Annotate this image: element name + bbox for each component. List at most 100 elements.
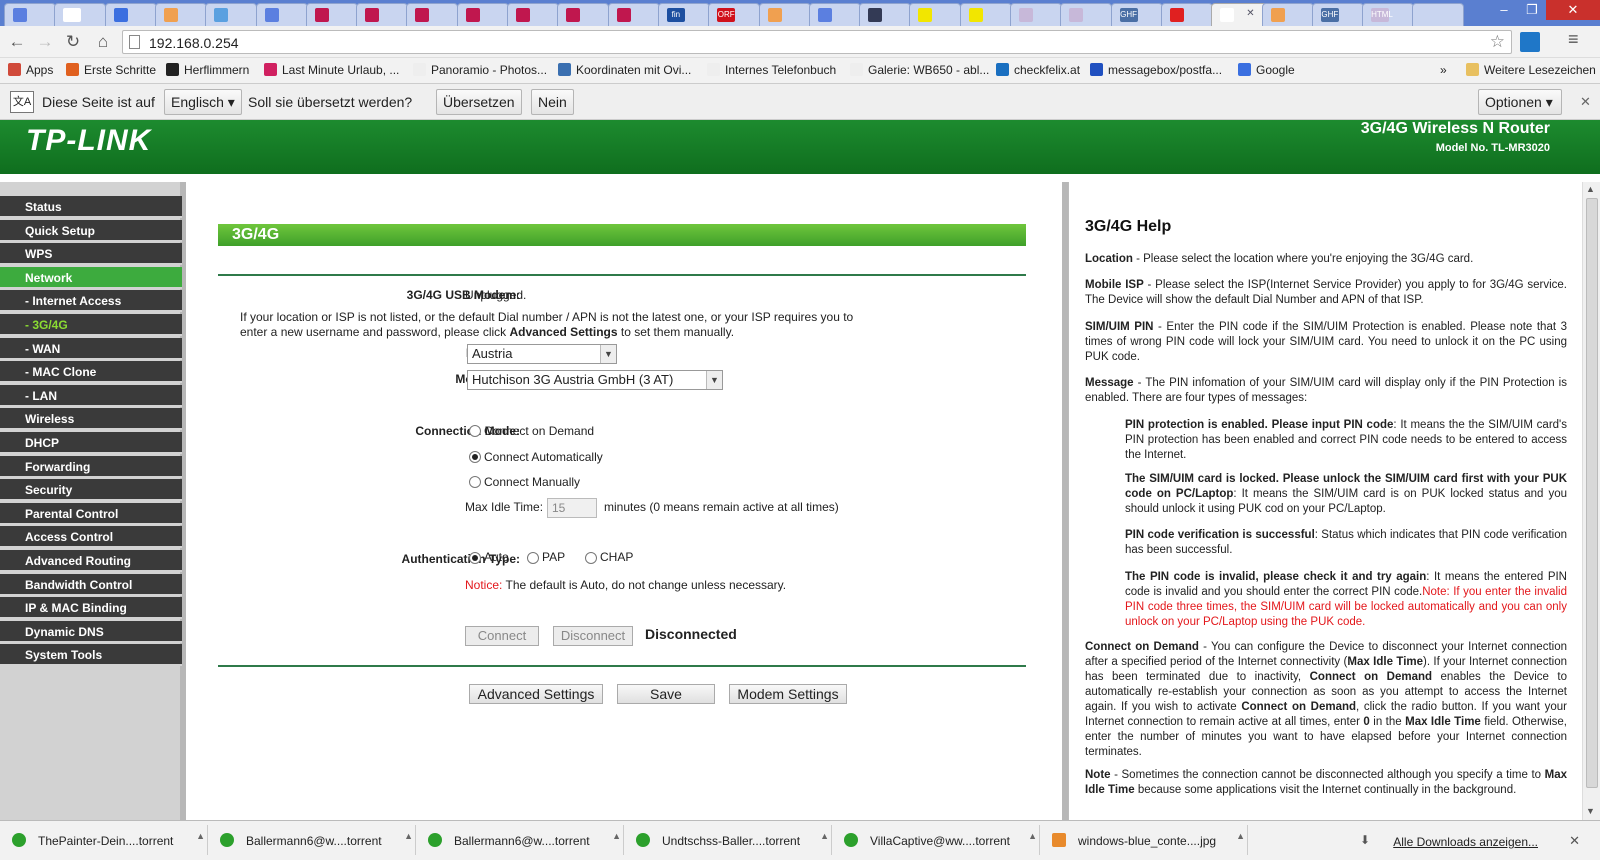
bookmark-item[interactable]: Google xyxy=(1238,63,1295,77)
sidebar-item[interactable]: - Internet Access xyxy=(0,290,182,313)
connection-mode-label[interactable]: Connect Manually xyxy=(484,475,580,489)
sidebar-item[interactable]: DHCP xyxy=(0,432,182,454)
browser-tab[interactable] xyxy=(557,3,610,26)
advanced-settings-button[interactable]: Advanced Settings xyxy=(469,684,603,704)
scroll-thumb[interactable] xyxy=(1586,198,1598,788)
browser-tab[interactable] xyxy=(1060,3,1113,26)
browser-tab[interactable] xyxy=(859,3,912,26)
show-all-downloads-link[interactable]: Alle Downloads anzeigen... xyxy=(1393,835,1538,849)
sidebar-item[interactable]: - WAN xyxy=(0,337,182,360)
sidebar-item[interactable]: Dynamic DNS xyxy=(0,620,182,643)
location-select[interactable]: Austria ▼ xyxy=(467,344,617,364)
sidebar-item[interactable]: - LAN xyxy=(0,384,182,407)
forward-icon[interactable]: → xyxy=(34,31,56,53)
connection-mode-radio[interactable] xyxy=(469,476,481,488)
home-icon[interactable]: ⌂ xyxy=(92,31,114,53)
isp-select[interactable]: Hutchison 3G Austria GmbH (3 AT) ▼ xyxy=(467,370,723,390)
browser-tab[interactable]: TN xyxy=(54,3,107,26)
browser-tab[interactable]: ✕ xyxy=(1211,3,1268,26)
close-downloads-icon[interactable]: ✕ xyxy=(1569,833,1580,849)
scroll-down-icon[interactable]: ▼ xyxy=(1586,806,1595,816)
browser-tab[interactable] xyxy=(758,3,811,26)
sidebar-item[interactable]: - 3G/4G xyxy=(0,314,182,336)
connection-mode-radio[interactable] xyxy=(469,450,481,463)
other-bookmarks[interactable]: Weitere Lesezeichen xyxy=(1466,63,1596,77)
browser-tab[interactable] xyxy=(205,3,258,26)
browser-tab[interactable] xyxy=(1261,3,1314,26)
bookmark-item[interactable]: Herflimmern xyxy=(166,63,249,77)
bookmark-item[interactable]: Erste Schritte xyxy=(66,63,156,77)
modem-settings-button[interactable]: Modem Settings xyxy=(729,684,847,704)
sidebar-item[interactable]: Network xyxy=(0,266,182,289)
browser-tab[interactable] xyxy=(4,3,56,26)
auth-type-radio[interactable] xyxy=(585,552,597,564)
download-item[interactable]: ThePainter-Dein....torrent ▲ xyxy=(0,825,208,855)
bookmark-item[interactable]: Panoramio - Photos... xyxy=(413,63,547,77)
browser-tab[interactable] xyxy=(154,3,207,26)
download-menu-icon[interactable]: ▲ xyxy=(1236,831,1245,841)
bookmark-item[interactable]: checkfelix.at xyxy=(996,63,1080,77)
download-menu-icon[interactable]: ▲ xyxy=(404,831,413,841)
auth-type-radio[interactable] xyxy=(527,552,539,564)
auth-type-label[interactable]: CHAP xyxy=(600,550,633,564)
sidebar-item[interactable]: IP & MAC Binding xyxy=(0,597,182,620)
back-icon[interactable]: ← xyxy=(6,31,28,53)
close-translate-icon[interactable]: ✕ xyxy=(1580,94,1591,110)
sidebar-item[interactable]: System Tools xyxy=(0,644,182,667)
language-select[interactable]: Englisch ▾ xyxy=(164,89,242,115)
connect-button[interactable]: Connect xyxy=(465,626,539,646)
browser-tab[interactable] xyxy=(909,3,962,26)
sidebar-item[interactable]: Quick Setup xyxy=(0,219,182,242)
reload-icon[interactable]: ↻ xyxy=(62,31,84,53)
bookmark-star-icon[interactable]: ☆ xyxy=(1490,32,1505,52)
download-item[interactable]: windows-blue_conte....jpg ▲ xyxy=(1040,825,1248,855)
browser-tab[interactable] xyxy=(456,3,509,26)
translate-button[interactable]: Übersetzen xyxy=(436,89,522,115)
download-item[interactable]: Undtschss-Baller....torrent ▲ xyxy=(624,825,832,855)
save-button[interactable]: Save xyxy=(617,684,715,704)
connection-mode-radio[interactable] xyxy=(469,425,481,437)
no-button[interactable]: Nein xyxy=(531,89,574,115)
download-item[interactable]: Ballermann6@w....torrent ▲ xyxy=(416,825,624,855)
browser-tab[interactable] xyxy=(255,3,308,26)
sidebar-item[interactable]: Wireless xyxy=(0,408,182,431)
download-menu-icon[interactable]: ▲ xyxy=(612,831,621,841)
sidebar-item[interactable]: - MAC Clone xyxy=(0,361,182,384)
auth-type-radio[interactable] xyxy=(469,552,481,564)
bookmark-item[interactable]: Last Minute Urlaub, ... xyxy=(264,63,399,77)
bookmark-item[interactable]: Koordinaten mit Ovi... xyxy=(558,63,691,77)
sidebar-item[interactable]: Status xyxy=(0,196,182,218)
idle-time-input[interactable]: 15 xyxy=(547,498,597,518)
auth-type-label[interactable]: PAP xyxy=(542,550,565,564)
minimize-button[interactable]: – xyxy=(1490,0,1518,20)
browser-tab[interactable] xyxy=(507,3,559,26)
connection-mode-label[interactable]: Connect on Demand xyxy=(484,424,594,438)
browser-tab[interactable] xyxy=(959,3,1012,26)
browser-tab[interactable] xyxy=(104,3,157,26)
browser-tab[interactable]: GHF xyxy=(1110,3,1163,26)
download-menu-icon[interactable]: ▲ xyxy=(1028,831,1037,841)
browser-tab[interactable] xyxy=(305,3,358,26)
disconnect-button[interactable]: Disconnect xyxy=(553,626,633,646)
browser-tab[interactable] xyxy=(406,3,459,26)
browser-tab[interactable]: ORF xyxy=(708,3,761,26)
bookmark-item[interactable]: Galerie: WB650 - abl... xyxy=(850,63,989,77)
browser-tab[interactable]: fin xyxy=(657,3,710,26)
browser-tab[interactable] xyxy=(808,3,861,26)
download-menu-icon[interactable]: ▲ xyxy=(196,831,205,841)
browser-tab[interactable] xyxy=(356,3,409,26)
sidebar-item[interactable]: Bandwidth Control xyxy=(0,573,182,596)
bookmark-item[interactable]: Apps xyxy=(8,63,53,77)
browser-tab[interactable] xyxy=(607,3,660,26)
download-item[interactable]: Ballermann6@w....torrent ▲ xyxy=(208,825,416,855)
scroll-up-icon[interactable]: ▲ xyxy=(1586,184,1595,194)
browser-tab[interactable]: HTML xyxy=(1362,3,1415,26)
connection-mode-label[interactable]: Connect Automatically xyxy=(484,450,603,464)
download-menu-icon[interactable]: ▲ xyxy=(820,831,829,841)
sidebar-item[interactable]: Access Control xyxy=(0,526,182,549)
browser-tab[interactable]: GHF xyxy=(1311,3,1364,26)
sidebar-item[interactable]: Parental Control xyxy=(0,502,182,525)
close-tab-icon[interactable]: ✕ xyxy=(1246,8,1254,19)
sidebar-item[interactable]: WPS xyxy=(0,243,182,266)
browser-tab[interactable] xyxy=(1160,3,1213,26)
